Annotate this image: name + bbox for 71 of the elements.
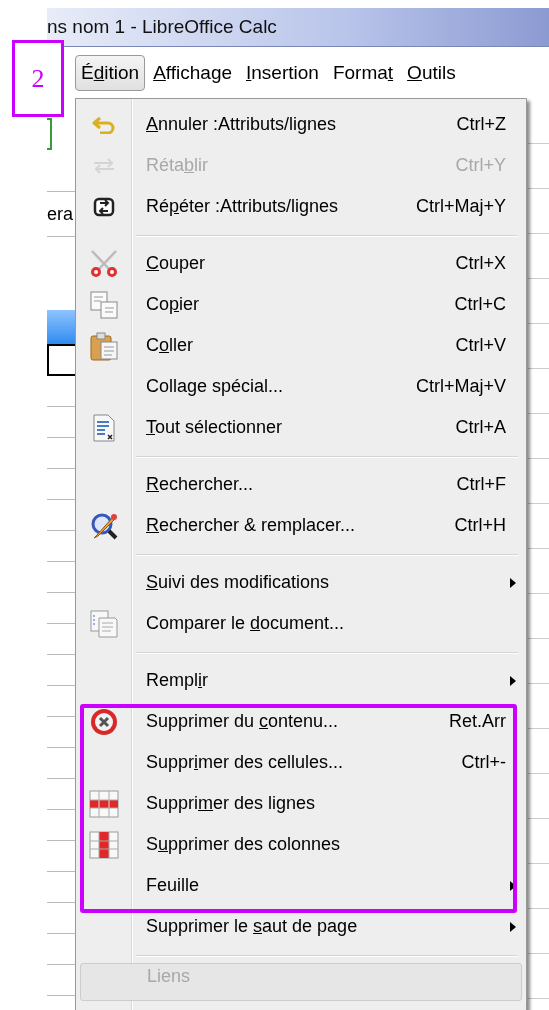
menu-item-label: Répéter :Attributs/lignes	[146, 196, 339, 217]
menu-item-label: Collage spécial...	[146, 376, 284, 397]
menu-item-label: Supprimer le saut de page	[146, 916, 358, 937]
table-row-icon	[88, 789, 119, 818]
selected-cell[interactable]	[47, 344, 75, 376]
toolbar-icon[interactable]	[47, 117, 53, 151]
shortcut-label: Ctrl+A	[455, 417, 506, 438]
step-number-label: 2	[12, 40, 64, 117]
curved-arrow-icon	[91, 115, 116, 134]
shortcut-label: Ctrl+F	[456, 474, 506, 495]
menu-bar-item[interactable]: Outils	[401, 55, 462, 91]
menu-item[interactable]: Couper Ctrl+X	[76, 243, 526, 284]
column-header	[47, 310, 75, 344]
menu-item-label: Suivi des modifications	[146, 572, 330, 593]
menu-item[interactable]: Comparer le document...	[76, 603, 526, 644]
menu-item-label: Tout sélectionner	[146, 417, 283, 438]
shortcut-label: Ctrl+Maj+V	[415, 376, 506, 397]
shortcut-label: Ctrl+C	[454, 294, 506, 315]
scissors-icon	[88, 248, 119, 279]
menu-item-label: Annuler :Attributs/lignes	[146, 114, 337, 135]
menu-item[interactable]: Tout sélectionner Ctrl+A	[76, 407, 526, 448]
shortcut-label: Ctrl+Y	[455, 155, 506, 176]
copy-icon	[88, 289, 119, 320]
menu-item-label: Supprimer des cellules...	[146, 752, 344, 773]
menu-item-label: Liens	[147, 966, 191, 987]
menu-item-label: Rétablir	[146, 155, 209, 176]
table-column-icon	[88, 830, 119, 859]
shortcut-label: Ctrl+Maj+Y	[415, 196, 506, 217]
menu-item[interactable]: Coller Ctrl+V	[76, 325, 526, 366]
menu-bar-item[interactable]: Format	[326, 55, 400, 91]
menu-bar-item[interactable]: Insertion	[240, 55, 325, 91]
shortcut-label: Ctrl+Z	[456, 114, 506, 135]
shortcut-label: Ctrl+-	[461, 752, 506, 773]
menu-item[interactable]: Répéter :Attributs/lignes Ctrl+Maj+Y	[76, 186, 526, 227]
shortcut-label: Ctrl+X	[455, 253, 506, 274]
menu-item[interactable]: Feuille	[76, 865, 526, 906]
clipboard-icon	[88, 330, 119, 361]
menu-item-label: Copier	[146, 294, 200, 315]
menu-item[interactable]: Supprimer du contenu... Ret.Arr	[76, 701, 526, 742]
menu-item-label: Rechercher & remplacer...	[146, 515, 356, 536]
shortcut-label: Ctrl+V	[455, 335, 506, 356]
menu-item-label: Feuille	[146, 875, 200, 896]
menu-item-label: Comparer le document...	[146, 613, 345, 634]
menu-item-label: Supprimer des colonnes	[146, 834, 341, 855]
menu-item-label: Supprimer des lignes	[146, 793, 316, 814]
delete-circle-icon	[88, 706, 119, 737]
menu-item[interactable]: Copier Ctrl+C	[76, 284, 526, 325]
menu-item-label: Supprimer du contenu...	[146, 711, 339, 732]
menu-item-label: Couper	[146, 253, 206, 274]
menu-item[interactable]: Supprimer le saut de page	[76, 906, 526, 947]
menu-bar-item[interactable]: Édition	[75, 55, 146, 91]
menu-item-label: Coller	[146, 335, 194, 356]
document-icon	[91, 412, 116, 443]
menu-item-label: Rechercher...	[146, 474, 254, 495]
menu-item[interactable]: Supprimer des lignes	[76, 783, 526, 824]
double-arrow-icon	[91, 156, 116, 175]
menu-item[interactable]: Collage spécial... Ctrl+Maj+V	[76, 366, 526, 407]
menu-item[interactable]: Suivi des modifications	[76, 562, 526, 603]
menu-item-label: Remplir	[146, 670, 208, 691]
menu-item[interactable]: Annuler :Attributs/lignes Ctrl+Z	[76, 104, 526, 145]
window-title: ns nom 1 - LibreOffice Calc	[47, 16, 277, 38]
menu-item[interactable]: Rechercher & remplacer... Ctrl+H	[76, 505, 526, 546]
menu-item[interactable]: Supprimer des cellules... Ctrl+-	[76, 742, 526, 783]
cell-text: era	[47, 203, 73, 225]
menu-item[interactable]: Rechercher... Ctrl+F	[76, 464, 526, 505]
menu-bar-item[interactable]: Affichage	[147, 55, 238, 91]
shortcut-label: Ctrl+H	[454, 515, 506, 536]
shortcut-label: Ret.Arr	[449, 711, 506, 732]
menu-item[interactable]: Supprimer des colonnes	[76, 824, 526, 865]
documents-icon	[88, 608, 119, 639]
menu-item[interactable]: Remplir	[76, 660, 526, 701]
